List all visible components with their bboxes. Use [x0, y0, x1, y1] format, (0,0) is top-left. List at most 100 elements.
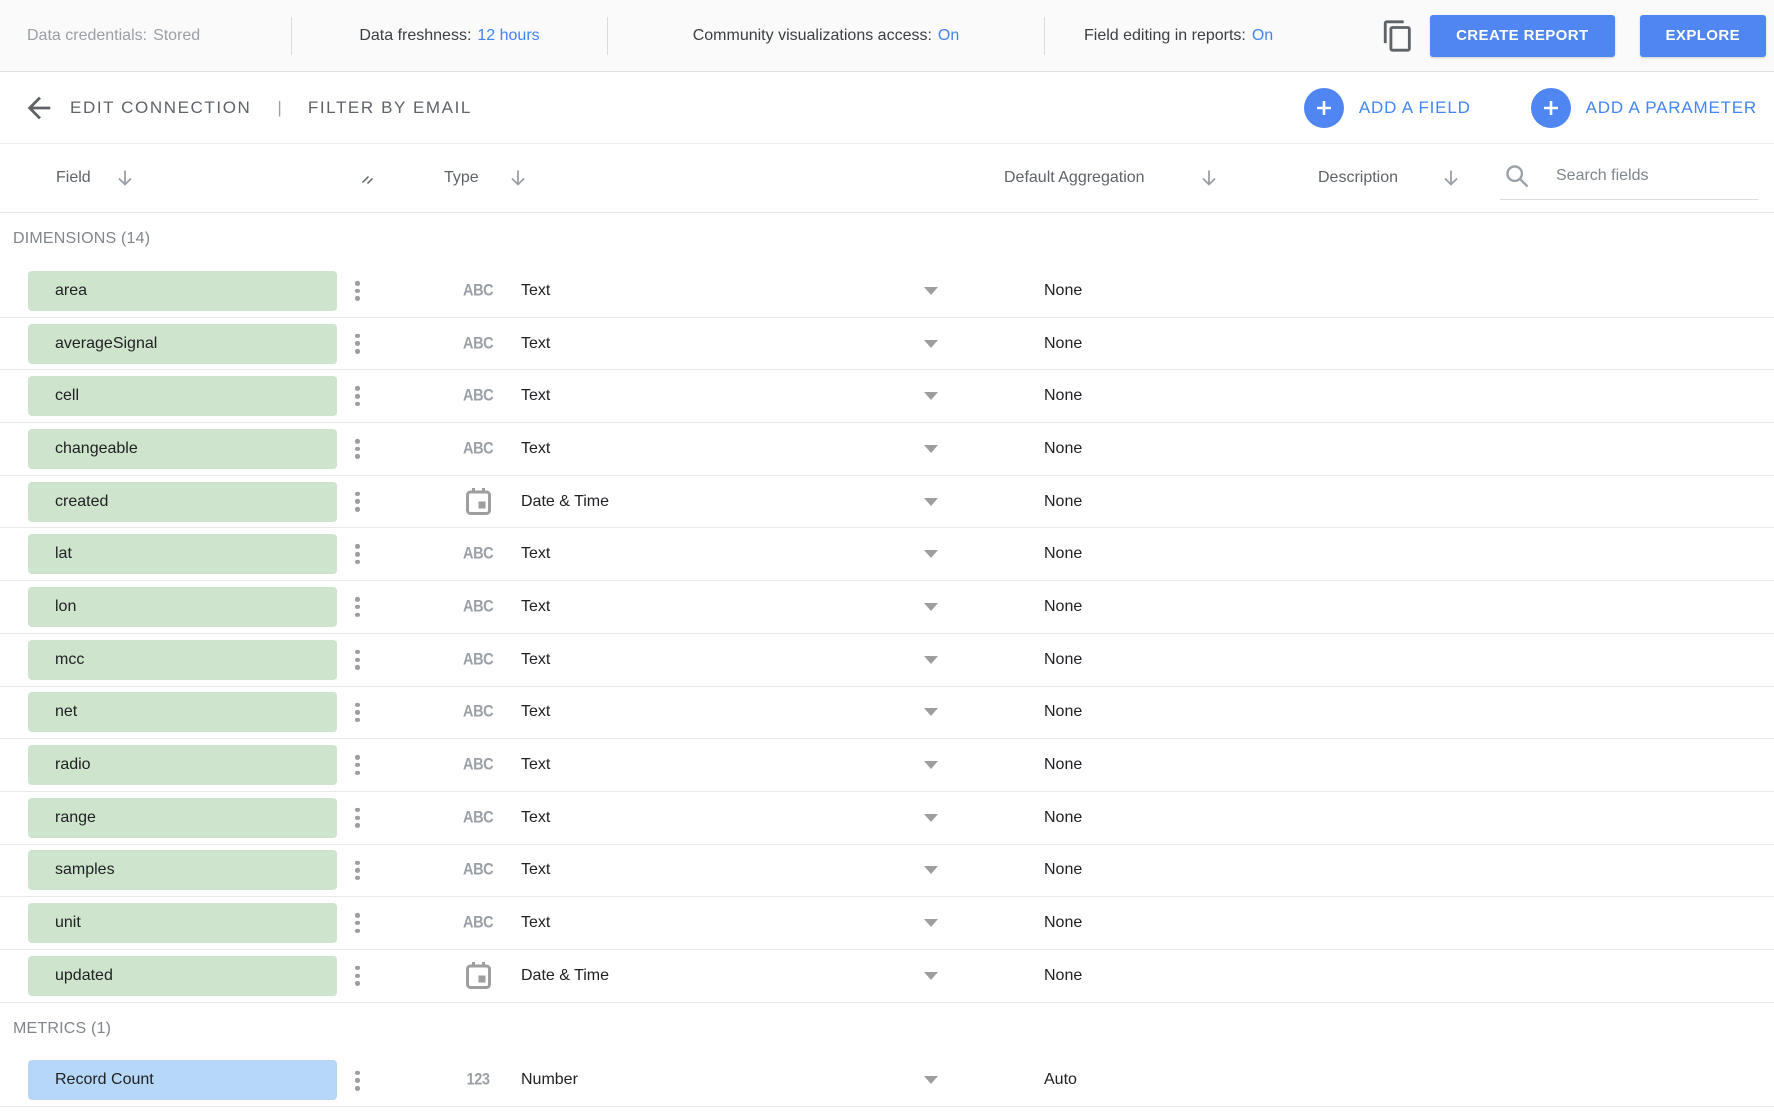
field-chip[interactable]: area [28, 271, 337, 311]
aggregation-value[interactable]: None [1044, 967, 1082, 985]
status-toolbar: Data credentials: Stored Data freshness:… [0, 0, 1774, 72]
type-label: Text [521, 809, 550, 827]
field-chip[interactable]: range [28, 798, 337, 838]
create-report-button[interactable]: CREATE REPORT [1430, 15, 1614, 57]
aggregation-value[interactable]: None [1044, 651, 1082, 669]
field-chip[interactable]: mcc [28, 640, 337, 680]
type-label: Text [521, 703, 550, 721]
type-dropdown-caret[interactable] [924, 919, 938, 927]
field-options-menu[interactable] [351, 645, 364, 675]
field-chip[interactable]: changeable [28, 429, 337, 469]
field-chip-label: updated [55, 967, 113, 985]
field-chip-label: lon [55, 598, 76, 616]
aggregation-value[interactable]: None [1044, 861, 1082, 879]
type-dropdown-caret[interactable] [924, 866, 938, 874]
type-dropdown-caret[interactable] [924, 550, 938, 558]
field-options-menu[interactable] [351, 908, 364, 938]
field-options-menu[interactable] [351, 539, 364, 569]
type-dropdown-caret[interactable] [924, 814, 938, 822]
add-parameter-button[interactable]: ADD A PARAMETER [1531, 88, 1757, 128]
aggregation-value[interactable]: None [1044, 335, 1082, 353]
sort-type-icon[interactable] [507, 167, 529, 189]
sort-field-icon[interactable] [114, 167, 136, 189]
nav-separator: | [277, 98, 281, 118]
field-chip[interactable]: unit [28, 903, 337, 943]
field-editing-status[interactable]: Field editing in reports: On [1045, 0, 1273, 72]
type-label: Text [521, 282, 550, 300]
type-dropdown-caret[interactable] [924, 498, 938, 506]
field-chip-label: changeable [55, 440, 138, 458]
community-visualizations-status[interactable]: Community visualizations access: On [608, 0, 1044, 72]
type-dropdown-caret[interactable] [924, 656, 938, 664]
aggregation-value[interactable]: None [1044, 914, 1082, 932]
field-chip-label: unit [55, 914, 81, 932]
field-chip-label: Record Count [55, 1071, 154, 1089]
field-chip[interactable]: net [28, 692, 337, 732]
copy-button[interactable] [1381, 19, 1415, 53]
field-options-menu[interactable] [351, 855, 364, 885]
type-label: Text [521, 651, 550, 669]
aggregation-value[interactable]: None [1044, 387, 1082, 405]
aggregation-value[interactable]: None [1044, 282, 1082, 300]
plus-icon [1304, 88, 1344, 128]
field-row: mcc ABC Text None [0, 634, 1774, 687]
field-options-menu[interactable] [351, 486, 364, 516]
field-chip[interactable]: updated [28, 956, 337, 996]
field-options-menu[interactable] [351, 276, 364, 306]
back-button[interactable] [22, 91, 56, 125]
edit-connection-link[interactable]: EDIT CONNECTION [70, 98, 251, 118]
type-dropdown-caret[interactable] [924, 1076, 938, 1084]
field-chip[interactable]: samples [28, 850, 337, 890]
field-options-menu[interactable] [351, 592, 364, 622]
sort-description-icon[interactable] [1440, 167, 1462, 189]
type-dropdown-caret[interactable] [924, 603, 938, 611]
field-chip[interactable]: averageSignal [28, 324, 337, 364]
field-chip[interactable]: lon [28, 587, 337, 627]
field-options-menu[interactable] [351, 328, 364, 358]
aggregation-value[interactable]: None [1044, 809, 1082, 827]
type-dropdown-caret[interactable] [924, 761, 938, 769]
type-dropdown-caret[interactable] [924, 708, 938, 716]
field-list: DIMENSIONS (14) area ABC Text None avera… [0, 213, 1774, 1107]
aggregation-value[interactable]: None [1044, 703, 1082, 721]
field-chip[interactable]: radio [28, 745, 337, 785]
add-field-button[interactable]: ADD A FIELD [1304, 88, 1471, 128]
data-credentials-status[interactable]: Data credentials: Stored [0, 0, 291, 72]
aggregation-value[interactable]: None [1044, 440, 1082, 458]
filter-by-email-link[interactable]: FILTER BY EMAIL [308, 98, 472, 118]
type-icon-box: ABC [456, 281, 500, 300]
field-options-menu[interactable] [351, 434, 364, 464]
field-chip[interactable]: Record Count [28, 1060, 337, 1100]
field-options-menu[interactable] [351, 961, 364, 991]
field-options-menu[interactable] [351, 697, 364, 727]
section-header: DIMENSIONS (14) [0, 213, 1774, 265]
type-dropdown-caret[interactable] [924, 287, 938, 295]
field-options-menu[interactable] [351, 381, 364, 411]
column-resize-grip-icon[interactable] [360, 170, 375, 185]
search-input[interactable] [1554, 166, 1738, 186]
type-icon-box: ABC [456, 334, 500, 353]
field-options-menu[interactable] [351, 803, 364, 833]
type-dropdown-caret[interactable] [924, 340, 938, 348]
add-field-label: ADD A FIELD [1359, 98, 1471, 118]
aggregation-value[interactable]: None [1044, 545, 1082, 563]
type-dropdown-caret[interactable] [924, 445, 938, 453]
aggregation-value[interactable]: Auto [1044, 1071, 1077, 1089]
type-dropdown-caret[interactable] [924, 392, 938, 400]
sort-aggregation-icon[interactable] [1198, 167, 1220, 189]
type-icon-box: ABC [456, 597, 500, 616]
field-chip[interactable]: cell [28, 376, 337, 416]
field-options-menu[interactable] [351, 1065, 364, 1095]
field-chip-label: range [55, 809, 96, 827]
explore-button[interactable]: EXPLORE [1640, 15, 1766, 57]
section-title: METRICS (1) [13, 1020, 111, 1038]
field-chip[interactable]: created [28, 482, 337, 522]
type-dropdown-caret[interactable] [924, 972, 938, 980]
aggregation-value[interactable]: None [1044, 756, 1082, 774]
aggregation-value[interactable]: None [1044, 598, 1082, 616]
field-options-menu[interactable] [351, 750, 364, 780]
data-freshness-status[interactable]: Data freshness: 12 hours [292, 0, 607, 72]
field-chip[interactable]: lat [28, 534, 337, 574]
aggregation-value[interactable]: None [1044, 493, 1082, 511]
community-visualizations-label: Community visualizations access: [693, 27, 932, 45]
